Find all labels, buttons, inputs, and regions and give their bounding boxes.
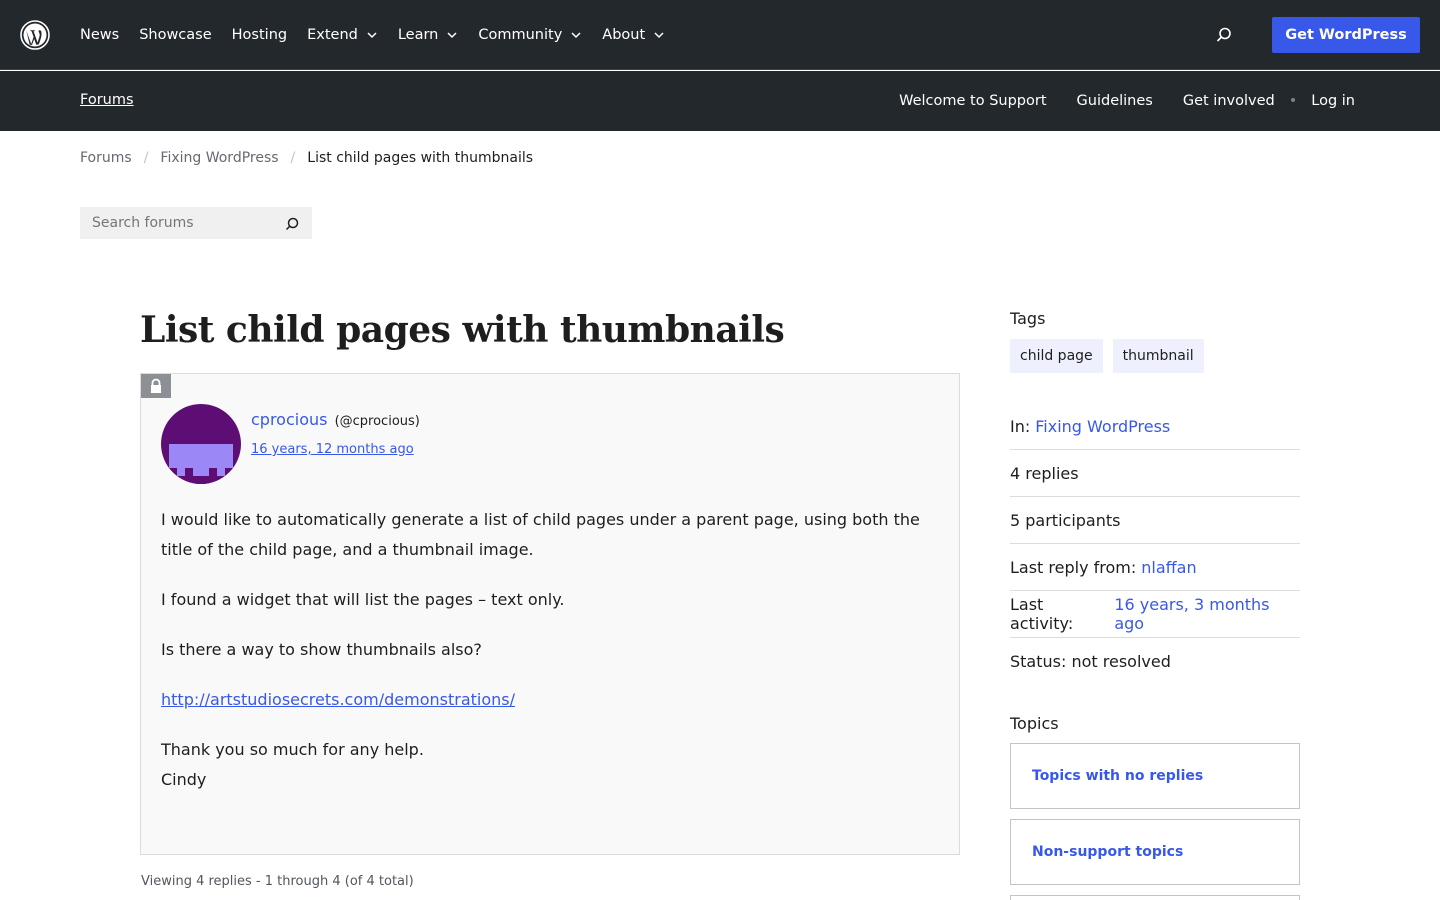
nav-separator: • xyxy=(1288,93,1298,109)
chevron-down-icon xyxy=(571,32,581,39)
nav-learn[interactable]: Learn xyxy=(398,27,459,43)
meta-forum-label: In: xyxy=(1010,416,1031,436)
breadcrumb-separator: / xyxy=(143,150,149,166)
meta-last-reply-label: Last reply from: xyxy=(1010,557,1137,577)
nav-hosting-label: Hosting xyxy=(231,27,288,43)
breadcrumb-fixing-wordpress[interactable]: Fixing WordPress xyxy=(160,150,278,166)
chevron-down-icon xyxy=(367,32,377,39)
breadcrumb: Forums / Fixing WordPress / List child p… xyxy=(80,150,533,166)
nav-showcase-label: Showcase xyxy=(139,27,212,43)
topic-post: cprocious (@cprocious) 16 years, 12 mont… xyxy=(140,373,960,855)
global-nav: News Showcase Hosting Extend Learn Commu… xyxy=(80,0,685,70)
breadcrumb-forums[interactable]: Forums xyxy=(80,150,132,166)
meta-last-activity: Last activity: 16 years, 3 months ago xyxy=(1010,591,1300,638)
post-link-paragraph: http://artstudiosecrets.com/demonstratio… xyxy=(161,685,946,715)
post-paragraph: I found a widget that will list the page… xyxy=(161,590,565,609)
nav-community[interactable]: Community xyxy=(478,27,582,43)
meta-forum: In: Fixing WordPress xyxy=(1010,403,1300,450)
meta-replies: 4 replies xyxy=(1010,450,1300,497)
lock-icon xyxy=(141,374,171,398)
page-title: List child pages with thumbnails xyxy=(140,309,785,351)
nav-extend[interactable]: Extend xyxy=(307,27,378,43)
nav-learn-label: Learn xyxy=(397,27,439,43)
nav-about-label: About xyxy=(602,27,646,43)
tag-list: child page thumbnail xyxy=(1010,339,1214,373)
meta-last-reply-link[interactable]: nlaffan xyxy=(1141,558,1196,577)
get-involved-link[interactable]: Get involved xyxy=(1183,93,1275,109)
non-support-topics-link[interactable]: Non-support topics xyxy=(1010,819,1300,885)
nav-community-label: Community xyxy=(478,27,563,43)
topic-meta: In: Fixing WordPress 4 replies 5 partici… xyxy=(1010,403,1300,685)
wordpress-logo-icon[interactable] xyxy=(20,20,50,50)
topics-no-replies-link[interactable]: Topics with no replies xyxy=(1010,743,1300,809)
nav-showcase[interactable]: Showcase xyxy=(139,27,211,43)
meta-replies-text: 4 replies xyxy=(1010,463,1079,483)
post-closing-line: Thank you so much for any help. xyxy=(161,740,424,759)
post-date-link[interactable]: 16 years, 12 months ago xyxy=(251,442,414,457)
nav-news[interactable]: News xyxy=(80,27,119,43)
search-input[interactable] xyxy=(80,215,270,231)
nav-hosting[interactable]: Hosting xyxy=(232,27,287,43)
forums-link[interactable]: Forums xyxy=(80,92,134,108)
meta-status-text: Status: not resolved xyxy=(1010,652,1171,671)
meta-status: Status: not resolved xyxy=(1010,638,1300,685)
global-header: News Showcase Hosting Extend Learn Commu… xyxy=(0,0,1440,70)
post-signature: Cindy xyxy=(161,770,207,789)
breadcrumb-current: List child pages with thumbnails xyxy=(307,150,534,166)
post-paragraph: I would like to automatically generate a… xyxy=(161,510,920,559)
author-name-link[interactable]: cprocious xyxy=(251,410,327,429)
avatar[interactable] xyxy=(161,404,241,484)
meta-participants: 5 participants xyxy=(1010,497,1300,544)
nav-about[interactable]: About xyxy=(602,27,665,43)
replies-count-text: Viewing 4 replies - 1 through 4 (of 4 to… xyxy=(141,874,414,889)
welcome-to-support-link[interactable]: Welcome to Support xyxy=(899,93,1046,109)
nav-news-label: News xyxy=(80,27,120,43)
post-paragraph: Is there a way to show thumbnails also? xyxy=(161,640,482,659)
meta-forum-link[interactable]: Fixing WordPress xyxy=(1035,417,1170,436)
author-handle: (@cprocious) xyxy=(334,414,420,429)
search-icon[interactable] xyxy=(1214,25,1234,45)
get-wordpress-button[interactable]: Get WordPress xyxy=(1272,17,1420,53)
post-content: I would like to automatically generate a… xyxy=(161,505,946,815)
post-author: cprocious (@cprocious) xyxy=(251,410,420,429)
topics-more-box xyxy=(1010,895,1300,900)
forums-nav: Welcome to Support Guidelines Get involv… xyxy=(899,71,1355,131)
log-in-link[interactable]: Log in xyxy=(1311,93,1355,109)
nav-extend-label: Extend xyxy=(307,27,358,43)
topics-heading: Topics xyxy=(1010,714,1059,733)
chevron-down-icon xyxy=(654,32,664,39)
meta-last-reply: Last reply from: nlaffan xyxy=(1010,544,1300,591)
tag-child-page[interactable]: child page xyxy=(1010,339,1103,373)
post-closing: Thank you so much for any help. Cindy xyxy=(161,735,946,795)
tags-heading: Tags xyxy=(1010,309,1046,328)
forum-search xyxy=(80,207,312,239)
forums-header: Forums Welcome to Support Guidelines Get… xyxy=(0,71,1440,131)
search-icon[interactable] xyxy=(284,216,300,232)
breadcrumb-separator: / xyxy=(290,150,296,166)
guidelines-link[interactable]: Guidelines xyxy=(1077,93,1153,109)
meta-last-activity-label: Last activity: xyxy=(1010,595,1074,633)
meta-participants-text: 5 participants xyxy=(1010,510,1121,530)
tag-thumbnail[interactable]: thumbnail xyxy=(1112,339,1204,373)
chevron-down-icon xyxy=(447,32,457,39)
post-external-link[interactable]: http://artstudiosecrets.com/demonstratio… xyxy=(161,690,515,709)
meta-last-activity-link[interactable]: 16 years, 3 months ago xyxy=(1114,595,1300,633)
